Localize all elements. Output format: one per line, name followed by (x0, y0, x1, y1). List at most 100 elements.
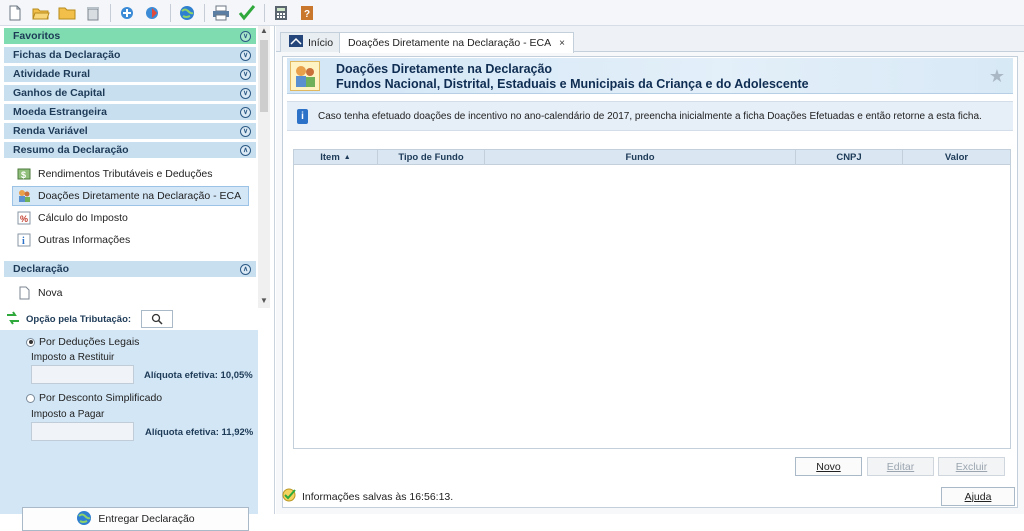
column-header-cnpj[interactable]: CNPJ (796, 150, 903, 165)
section-ganhos-de-capital[interactable]: Ganhos de Capital ∨ (4, 85, 256, 101)
main-area: Início Doações Diretamente na Declaração… (276, 26, 1024, 514)
content-panel: Doações Diretamente na Declaração Fundos… (282, 56, 1018, 508)
chevron-up-icon[interactable]: ∧ (240, 263, 251, 275)
section-label: Fichas da Declaração (13, 49, 121, 61)
import-icon[interactable] (116, 2, 138, 24)
nav-item-label: Rendimentos Tributáveis e Deduções (38, 168, 213, 180)
section-renda-variavel[interactable]: Renda Variável ∨ (4, 123, 256, 139)
aliquota-deducoes: Alíquota efetiva: 10,05% (144, 370, 253, 381)
globe-icon (76, 510, 92, 529)
section-resumo-da-declaracao[interactable]: Resumo da Declaração ∧ (4, 142, 256, 158)
page-banner: Doações Diretamente na Declaração Fundos… (287, 58, 1013, 94)
tab-label: Início (308, 36, 334, 49)
open-folder-icon[interactable] (30, 2, 52, 24)
section-label: Atividade Rural (13, 68, 91, 80)
column-header-fundo[interactable]: Fundo (485, 150, 796, 165)
chevron-down-icon[interactable]: ∨ (240, 106, 251, 118)
page-subtitle: Fundos Nacional, Distrital, Estaduais e … (336, 77, 809, 91)
radio-deducoes-legais[interactable]: Por Deduções Legais (26, 336, 139, 348)
nav-item-doacoes-eca[interactable]: Doações Diretamente na Declaração - ECA (12, 186, 249, 206)
button-label: Excluir (955, 460, 988, 473)
nav-item-calculo-imposto[interactable]: % Cálculo do Imposto (4, 208, 256, 228)
nav-item-nova[interactable]: Nova (4, 283, 256, 303)
column-header-tipo-fundo[interactable]: Tipo de Fundo (378, 150, 485, 165)
left-panel: Favoritos ∨ Fichas da Declaração ∨ Ativi… (0, 26, 275, 531)
print-icon[interactable] (210, 2, 232, 24)
transmit-icon[interactable] (142, 2, 164, 24)
imposto-restituir-label: Imposto a Restituir (31, 352, 115, 363)
search-button[interactable] (141, 310, 174, 328)
column-header-item[interactable]: Item ▲ (294, 150, 378, 165)
button-label: Ajuda (964, 490, 992, 503)
nav-item-label: Cálculo do Imposto (38, 212, 128, 224)
radio-label: Por Deduções Legais (39, 336, 140, 348)
nav-item-outras-informacoes[interactable]: i Outras Informações (4, 230, 256, 250)
sidebar-scrollbar[interactable]: ▲ ▼ (258, 26, 270, 308)
sort-ascending-icon: ▲ (343, 154, 351, 161)
section-label: Moeda Estrangeira (13, 106, 107, 118)
home-icon (289, 35, 303, 50)
tab-inicio[interactable]: Início (280, 32, 343, 52)
info-icon: i (297, 108, 308, 124)
new-document-icon[interactable] (4, 2, 26, 24)
scroll-up-icon[interactable]: ▲ (258, 26, 270, 38)
chevron-down-icon[interactable]: ∨ (240, 49, 251, 61)
favorite-star-icon[interactable]: ★ (989, 66, 1005, 87)
children-icon (290, 61, 320, 91)
chevron-up-icon[interactable]: ∧ (240, 144, 251, 156)
radio-desconto-simplificado[interactable]: Por Desconto Simplificado (26, 392, 162, 404)
navigation-tree: Favoritos ∨ Fichas da Declaração ∨ Ativi… (4, 26, 256, 308)
info-icon: i (16, 232, 32, 248)
column-header-valor[interactable]: Valor (903, 150, 1010, 165)
section-label: Resumo da Declaração (13, 144, 129, 156)
toolbar-separator (264, 3, 265, 22)
editar-button[interactable]: Editar (867, 457, 934, 476)
svg-text:i: i (22, 236, 25, 247)
imposto-pagar-field (31, 422, 134, 441)
toolbar-separator (204, 3, 205, 22)
chevron-down-icon[interactable]: ∨ (240, 125, 251, 137)
nav-item-label: Nova (38, 287, 63, 299)
info-message: i Caso tenha efetuado doações de incenti… (287, 101, 1013, 131)
entregar-declaracao-button[interactable]: Entregar Declaração (22, 507, 249, 531)
chevron-down-icon[interactable]: ∨ (240, 30, 251, 42)
opcao-header: Opção pela Tributação: (0, 308, 258, 330)
close-icon[interactable]: × (559, 38, 565, 49)
section-moeda-estrangeira[interactable]: Moeda Estrangeira ∨ (4, 104, 256, 120)
scrollbar-thumb[interactable] (260, 40, 268, 112)
help-book-icon[interactable]: ? (296, 2, 318, 24)
column-label: Fundo (625, 152, 655, 163)
aliquota-simplificado: Alíquota efetiva: 11,92% (145, 427, 254, 438)
novo-button[interactable]: Novo (795, 457, 862, 476)
chevron-down-icon[interactable]: ∨ (240, 87, 251, 99)
svg-text:%: % (20, 214, 28, 224)
excluir-button[interactable]: Excluir (938, 457, 1005, 476)
info-text: Caso tenha efetuado doações de incentivo… (318, 110, 982, 122)
scroll-down-icon[interactable]: ▼ (258, 296, 270, 308)
status-bar: Informações salvas às 16:56:13. (282, 488, 453, 505)
radio-button[interactable] (26, 393, 35, 403)
section-favoritos[interactable]: Favoritos ∨ (4, 28, 256, 44)
folder-icon[interactable] (56, 2, 78, 24)
percent-icon: % (16, 210, 32, 226)
tab-doacoes-eca[interactable]: Doações Diretamente na Declaração - ECA … (339, 32, 574, 53)
column-label: Valor (944, 152, 969, 163)
nav-item-rendimentos[interactable]: $ Rendimentos Tributáveis e Deduções (4, 164, 256, 184)
globe-icon[interactable] (176, 2, 198, 24)
section-label: Renda Variável (13, 125, 88, 137)
page-title: Doações Diretamente na Declaração (336, 62, 553, 76)
section-declaracao[interactable]: Declaração ∧ (4, 261, 256, 277)
check-icon[interactable] (236, 2, 258, 24)
chevron-down-icon[interactable]: ∨ (240, 68, 251, 80)
svg-text:?: ? (304, 9, 310, 20)
trash-icon[interactable] (82, 2, 104, 24)
section-atividade-rural[interactable]: Atividade Rural ∨ (4, 66, 256, 82)
saved-check-icon (282, 488, 298, 505)
calculator-icon[interactable] (270, 2, 292, 24)
radio-button[interactable] (26, 337, 35, 347)
section-fichas[interactable]: Fichas da Declaração ∨ (4, 47, 256, 63)
ajuda-button[interactable]: Ajuda (941, 487, 1015, 506)
imposto-pagar-label: Imposto a Pagar (31, 409, 105, 420)
column-label: Item (320, 152, 340, 163)
section-label: Favoritos (13, 30, 61, 42)
